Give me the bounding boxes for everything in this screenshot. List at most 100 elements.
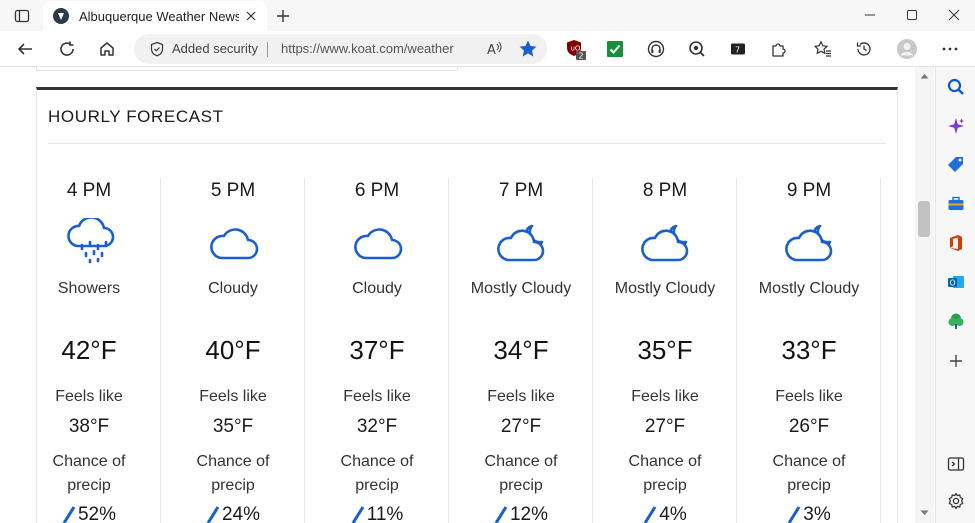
sidebar-copilot-sparkle-icon[interactable] [945,115,967,137]
headphones-extension-icon[interactable] [645,38,667,60]
precip-label: precip [499,477,543,494]
search-lens-extension-icon[interactable] [686,38,708,60]
site-favicon-icon [53,8,69,24]
profile-avatar-icon[interactable] [896,38,918,60]
hour-temperature: 35°F [637,335,693,365]
raindrop-icon [62,506,76,523]
hour-column: 7 PM Mostly Cloudy 34°F Feels like 27°F … [449,178,593,523]
feels-like-value: 32°F [356,416,398,437]
browser-toolbar: Added security https://www.koat.com/weat… [0,31,975,67]
precip-label: precip [211,477,255,494]
tab-title: Albuquerque Weather News – N [79,8,239,24]
precip-label: precip [67,477,111,494]
precip-label: precip [787,477,831,494]
cloudy-icon [352,218,406,268]
sidebar-settings-gear-icon[interactable] [945,490,967,512]
back-icon[interactable] [13,37,37,61]
section-title: HOURLY FORECAST [48,107,224,126]
chance-label: Chance of [340,453,414,470]
precip-value: 3% [803,504,831,523]
hour-temperature: 37°F [349,335,405,365]
browser-tab[interactable]: Albuquerque Weather News – N [43,1,267,31]
hour-column: 4 PM Showers 42°F Feels like 38°F Chance… [17,178,161,523]
sidebar-collapse-icon[interactable] [945,453,967,475]
page-content: HOURLY FORECAST 4 PM Showers 42°F Feels … [0,67,915,523]
cloudy-icon [208,218,262,268]
security-shield-icon[interactable] [149,41,165,57]
chance-label: Chance of [196,453,270,470]
sidebar-tools-briefcase-icon[interactable] [945,193,967,215]
hour-temperature: 33°F [781,335,837,365]
sidebar-outlook-icon[interactable]: O [945,271,967,293]
hour-column: 8 PM Mostly Cloudy 35°F Feels like 27°F … [593,178,737,523]
precip-chance: 12% [449,504,593,523]
precip-chance: 3% [737,504,881,523]
minimize-icon[interactable] [859,5,881,25]
page-scrollbar[interactable] [915,67,934,523]
feels-like-value: 27°F [500,416,542,437]
ublock-extension-icon[interactable]: uO 2 [565,38,587,60]
scroll-up-icon[interactable] [920,73,929,79]
svg-text:A: A [487,43,496,58]
scroll-down-icon[interactable] [920,510,929,516]
feels-like-label: Feels like [775,388,843,405]
checkmark-extension-icon[interactable] [604,38,626,60]
feels-like-label: Feels like [487,388,555,405]
more-menu-icon[interactable] [939,38,961,60]
chance-label: Chance of [772,453,846,470]
raindrop-icon [494,506,508,523]
favorite-star-icon[interactable] [518,39,538,59]
address-bar[interactable]: Added security https://www.koat.com/weat… [134,34,547,64]
hour-condition: Cloudy [352,280,402,297]
precip-value: 11% [366,504,404,523]
hour-temperature: 40°F [205,335,261,365]
chance-label: Chance of [628,453,702,470]
precip-label: precip [643,477,687,494]
tab-actions-icon[interactable] [10,6,34,26]
hour-time: 4 PM [66,180,112,201]
close-tab-icon[interactable] [243,8,259,24]
hour-temperature: 42°F [61,335,117,365]
new-tab-icon[interactable] [273,6,293,26]
raindrop-icon [787,506,801,523]
refresh-icon[interactable] [55,37,79,61]
media-extension-icon[interactable]: 7 [727,38,749,60]
precip-value: 52% [77,504,117,523]
hour-condition: Mostly Cloudy [758,280,860,297]
feels-like-label: Feels like [631,388,699,405]
feels-like-label: Feels like [199,388,267,405]
sidebar-add-icon[interactable] [945,350,967,372]
precip-value: 12% [509,504,549,523]
chance-label: Chance of [52,453,126,470]
favorites-icon[interactable] [812,38,834,60]
extensions-puzzle-icon[interactable] [768,38,790,60]
hour-column: 6 PM Cloudy 37°F Feels like 32°F Chance … [305,178,449,523]
precip-label: precip [355,477,399,494]
browser-titlebar: Albuquerque Weather News – N [0,0,975,31]
hour-column: 5 PM Cloudy 40°F Feels like 35°F Chance … [161,178,305,523]
read-aloud-icon[interactable]: A [486,40,504,58]
sidebar-shopping-tag-icon[interactable] [945,153,967,175]
hour-time: 8 PM [642,180,688,201]
feels-like-value: 27°F [644,416,686,437]
sidebar-search-icon[interactable] [945,76,967,98]
maximize-icon[interactable] [901,5,923,25]
raindrop-icon [643,506,657,523]
precip-value: 24% [221,504,261,523]
raindrop-icon [351,506,364,523]
sidebar-games-tree-icon[interactable] [945,310,967,332]
mostly-cloudy-night-icon [496,218,550,268]
hour-condition: Mostly Cloudy [470,280,572,297]
security-label: Added security [172,41,258,56]
close-window-icon[interactable] [943,5,965,25]
url-text[interactable]: https://www.koat.com/weather [281,41,454,56]
sidebar-office-icon[interactable] [945,232,967,254]
column-divider [880,178,881,523]
feels-like-value: 26°F [788,416,830,437]
precip-chance: 4% [593,504,737,523]
home-icon[interactable] [95,37,119,61]
chance-label: Chance of [484,453,558,470]
feels-like-value: 38°F [68,416,110,437]
history-icon[interactable] [853,38,875,60]
scrollbar-thumb[interactable] [918,201,930,237]
